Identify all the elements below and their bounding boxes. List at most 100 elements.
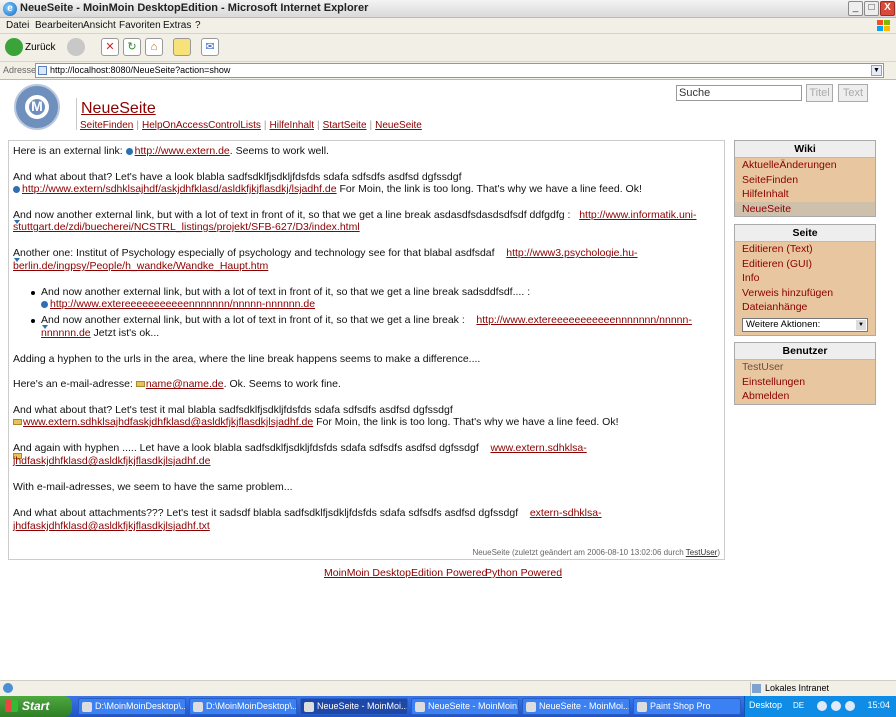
home-icon[interactable]: ⌂ (145, 38, 163, 56)
list-item: And now another external link, but with … (41, 314, 692, 326)
text: For Moin, the link is too long. That's w… (336, 183, 642, 195)
taskbar-item-paintshop[interactable]: Paint Shop Pro (633, 698, 741, 715)
sidebar-item-hilfeinhalt[interactable]: HilfeInhalt (735, 187, 875, 202)
external-link[interactable]: http://www.extereeeeeeeeeeennnnnnn/nnnnn… (50, 298, 315, 310)
moin-powered-link[interactable]: MoinMoin DesktopEdition Powered (324, 567, 487, 579)
moinmoin-logo[interactable]: M (14, 84, 60, 130)
content-line: And again with hyphen ..... Let have a l… (13, 442, 587, 454)
start-label: Start (22, 699, 50, 713)
mail-icon[interactable]: ✉ (201, 38, 219, 56)
more-actions-select[interactable]: Weitere Aktionen: ▼ (742, 317, 868, 332)
tray-icon[interactable] (817, 701, 827, 711)
maximize-button[interactable]: □ (864, 1, 879, 16)
sidebar-item-settings[interactable]: Einstellungen (735, 375, 875, 390)
globe-icon (125, 147, 133, 155)
sidebar-item-seitefinden[interactable]: SeiteFinden (735, 173, 875, 188)
menu-bearbeiten[interactable]: Bearbeiten (35, 20, 83, 31)
email-link[interactable]: name@name.de (146, 378, 224, 390)
refresh-icon[interactable]: ↻ (123, 38, 141, 56)
menu-ansicht[interactable]: Ansicht (83, 20, 116, 31)
web-page: M NeueSeite SeiteFinden | HelpOnAccessCont… (0, 80, 896, 680)
tray-icon[interactable] (845, 701, 855, 711)
sidebar-item-logout[interactable]: Abmelden (735, 389, 875, 404)
address-dropdown-icon[interactable]: ▼ (871, 65, 882, 76)
external-link[interactable]: http://www.extern.de (135, 145, 230, 157)
email-link[interactable]: www.extern.sdhklsajhdfaskjdhfklasd@asldk… (23, 416, 313, 428)
nav-helponaccesscontrollists[interactable]: HelpOnAccessControlLists (142, 120, 261, 131)
external-link-cont[interactable]: stuttgart.de/zdi/buecherei/NCSTRL_listin… (13, 221, 360, 233)
favorites-icon[interactable] (173, 38, 191, 56)
task-label: NeueSeite - MoinMoin... (428, 701, 519, 711)
menu-extras[interactable]: Extras (163, 20, 191, 31)
status-bar: Lokales Intranet (0, 680, 896, 696)
external-link-cont[interactable]: berlin.de/ingpsy/People/h_wandke/Wandke_… (13, 260, 268, 272)
attachment-link[interactable]: extern-sdhklsa- (530, 507, 602, 519)
folder-icon (82, 702, 92, 712)
text: And now another external link, but with … (13, 209, 571, 221)
python-powered-link[interactable]: Python Powered (485, 567, 562, 579)
taskbar-item-ie[interactable]: NeueSeite - MoinMoi... (300, 698, 408, 715)
sidebar-item-attachments[interactable]: Dateianhänge (735, 300, 875, 315)
desktop-toolbar-label[interactable]: Desktop (749, 700, 782, 710)
external-link[interactable]: http://www.informatik.uni- (579, 209, 696, 221)
address-url: http://localhost:8080/NeueSeite?action=s… (50, 65, 231, 75)
menu-favoriten[interactable]: Favoriten (119, 20, 161, 31)
sidebar-item-info[interactable]: Info (735, 271, 875, 286)
menu-bar: Datei Bearbeiten Ansicht Favoriten Extra… (0, 18, 896, 34)
forward-arrow-icon[interactable] (67, 38, 85, 56)
nav-startseite[interactable]: StartSeite (323, 120, 367, 131)
content-line: berlin.de/ingpsy/People/h_wandke/Wandke_… (13, 260, 268, 272)
menu-help[interactable]: ? (195, 20, 201, 31)
taskbar-item-folder-1[interactable]: D:\MoinMoinDesktop\... (78, 698, 186, 715)
bullet (31, 291, 35, 295)
minimize-button[interactable]: _ (848, 1, 863, 16)
folder-icon (193, 702, 203, 712)
list-item: http://www.extereeeeeeeeeeennnnnnn/nnnnn… (41, 298, 315, 310)
email-icon (13, 419, 22, 426)
content-line: And what about that? Let's test it mal b… (13, 404, 453, 416)
title-search-button[interactable]: Titel (806, 84, 833, 102)
sidebar-item-neueseite[interactable]: NeueSeite (735, 201, 875, 216)
close-button[interactable]: X (880, 1, 895, 16)
task-label: Paint Shop Pro (650, 701, 711, 711)
nav-hilfeinhalt[interactable]: HilfeInhalt (270, 120, 314, 131)
attachment-link-cont[interactable]: jhdfaskjdhfklasd@asldkfjkjflasdkjlsjadhf… (13, 520, 210, 532)
email-icon (135, 381, 145, 388)
tray-icon[interactable] (831, 701, 841, 711)
external-link-cont[interactable]: nnnnnn.de (41, 327, 91, 339)
stop-icon[interactable]: ✕ (101, 38, 119, 56)
email-link[interactable]: www.extern.sdhklsa- (490, 442, 586, 454)
ie-icon (304, 702, 314, 712)
external-link[interactable]: http://www.extern/sdhklsajhdf/askjdhfkla… (22, 183, 337, 195)
content-line: And now another external link, but with … (13, 209, 696, 221)
taskbar-item-opera[interactable]: NeueSeite - MoinMoi... (522, 698, 630, 715)
text-search-button[interactable]: Text (838, 84, 868, 102)
back-button-label[interactable]: Zurück (25, 42, 56, 53)
opera-icon (526, 702, 536, 712)
external-link[interactable]: http://www.extereeeeeeeeeeennnnnnn/nnnnn… (476, 314, 691, 326)
back-arrow-icon[interactable] (5, 38, 23, 56)
security-zone: Lokales Intranet (750, 682, 896, 696)
sidebar-item-testuser[interactable]: TestUser (735, 360, 875, 375)
external-link[interactable]: http://www3.psychologie.hu- (506, 247, 637, 259)
address-input[interactable]: http://localhost:8080/NeueSeite?action=s… (35, 63, 884, 78)
language-indicator[interactable]: DE (793, 701, 804, 710)
meta-user-link[interactable]: TestUser (686, 548, 718, 557)
menu-datei[interactable]: Datei (6, 20, 29, 31)
nav-neueseite[interactable]: NeueSeite (375, 120, 422, 131)
taskbar-item-firefox[interactable]: NeueSeite - MoinMoin... (411, 698, 519, 715)
sidebar-item-edit-text[interactable]: Editieren (Text) (735, 242, 875, 257)
start-button[interactable]: Start (0, 696, 72, 717)
content-line: jhdfaskjdhfklasd@asldkfjkjflasdkjlsjadhf… (13, 520, 210, 532)
nav-seitefinden[interactable]: SeiteFinden (80, 120, 133, 131)
page-content: Here is an external link: http://www.ext… (8, 140, 725, 560)
taskbar-item-folder-2[interactable]: D:\MoinMoinDesktop\... (189, 698, 297, 715)
email-link-cont[interactable]: jhdfaskjdhfklasd@asldkfjkjflasdkjlsjadhf… (13, 455, 210, 467)
search-input[interactable]: Suche (676, 85, 802, 101)
sidebar-item-add-link[interactable]: Verweis hinzufügen (735, 286, 875, 301)
sidebar-item-edit-gui[interactable]: Editieren (GUI) (735, 257, 875, 272)
sidebar-item-aktuelleaenderungen[interactable]: AktuelleÄnderungen (735, 158, 875, 173)
page-title[interactable]: NeueSeite (81, 100, 156, 118)
content-line: Adding a hyphen to the urls in the area,… (13, 353, 481, 365)
clock: 15:04 (867, 700, 890, 710)
